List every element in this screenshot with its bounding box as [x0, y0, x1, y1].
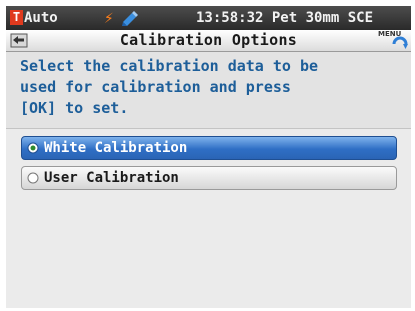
option-label: White Calibration [44, 140, 188, 156]
mode-label: Auto [24, 10, 58, 26]
bolt-icon: ⚡ [104, 8, 114, 27]
status-text: 13:58:32 Pet 30mm SCE [196, 10, 374, 26]
instruction-panel: Select the calibration data to be used f… [6, 52, 411, 129]
menu-icon [392, 36, 408, 49]
radio-unselected-icon [27, 172, 39, 184]
device-screen: T Auto ⚡ 13:58:32 Pet 30mm SCE Calibrati… [6, 6, 411, 308]
option-white-calibration[interactable]: White Calibration [21, 136, 397, 160]
pen-icon [122, 11, 138, 26]
mode-badge: T [10, 10, 23, 25]
instruction-text: Select the calibration data to be used f… [20, 57, 319, 117]
menu-button[interactable]: MENU [378, 30, 408, 52]
title-bar: Calibration Options MENU [6, 30, 411, 52]
page-title: Calibration Options [119, 31, 298, 49]
radio-selected-icon [27, 142, 39, 154]
status-bar: T Auto ⚡ 13:58:32 Pet 30mm SCE [6, 6, 411, 30]
option-label: User Calibration [44, 170, 179, 186]
option-user-calibration[interactable]: User Calibration [21, 166, 397, 190]
